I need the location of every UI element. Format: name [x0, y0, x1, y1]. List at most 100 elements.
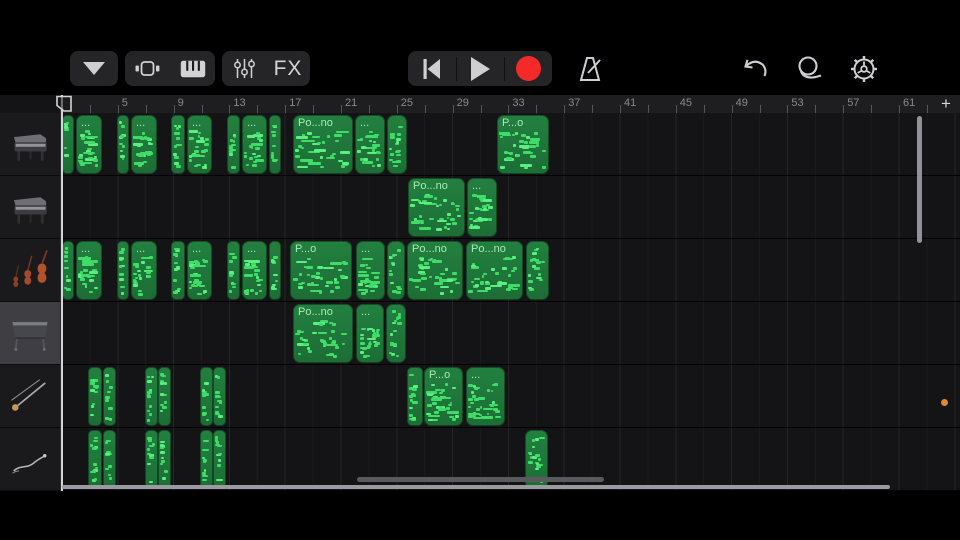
midi-region[interactable]: [200, 430, 213, 489]
metronome-button[interactable]: [568, 51, 612, 86]
note-dot: [121, 157, 125, 161]
rewind-icon: [423, 58, 440, 79]
horizontal-scrollbar-secondary[interactable]: [357, 477, 604, 482]
midi-region[interactable]: [200, 367, 213, 426]
track-header-bow[interactable]: [0, 365, 60, 428]
midi-region[interactable]: [269, 115, 281, 174]
note-dot: [300, 159, 314, 162]
note-dot: [373, 332, 376, 335]
vertical-scrollbar[interactable]: [917, 116, 922, 243]
keyboard-view-button[interactable]: [170, 51, 215, 86]
note-dot: [527, 461, 533, 464]
note-dot: [204, 138, 209, 141]
note-dot: [175, 137, 181, 140]
midi-region[interactable]: P...o: [497, 115, 549, 174]
ruler[interactable]: + 5 9 13 17 21 25 29 33 37 41 45 49 53 57 61: [60, 95, 960, 113]
note-dot: [119, 273, 125, 276]
midi-region[interactable]: Po...no: [407, 241, 463, 300]
midi-region[interactable]: [526, 241, 549, 300]
note-dot: [84, 135, 98, 139]
settings-button[interactable]: [842, 51, 886, 86]
note-dot: [195, 145, 200, 149]
midi-region[interactable]: [227, 241, 240, 300]
ruler-number: 53: [791, 97, 804, 109]
playhead-line[interactable]: [61, 95, 63, 491]
tracks-view-button[interactable]: [125, 51, 170, 86]
track-header-thin-instrument[interactable]: [0, 428, 60, 491]
midi-region[interactable]: Po...no: [293, 304, 353, 363]
note-dot: [119, 278, 125, 281]
midi-region[interactable]: [145, 367, 158, 426]
midi-region[interactable]: [227, 115, 240, 174]
midi-region[interactable]: [407, 367, 423, 426]
note-dot: [396, 249, 402, 252]
ruler-tick: [341, 105, 342, 113]
note-dot: [499, 132, 510, 135]
midi-region[interactable]: [171, 241, 185, 300]
midi-region[interactable]: [117, 115, 129, 174]
midi-region[interactable]: [387, 241, 405, 300]
add-track-button[interactable]: +: [938, 95, 954, 112]
midi-region[interactable]: [62, 115, 74, 174]
midi-region[interactable]: Po...no: [293, 115, 353, 174]
region-label: ...: [136, 243, 146, 255]
midi-region[interactable]: ...: [355, 115, 385, 174]
midi-region[interactable]: ...: [242, 115, 267, 174]
midi-region[interactable]: P...o: [424, 367, 463, 426]
midi-region[interactable]: ...: [356, 241, 385, 300]
rewind-button[interactable]: [409, 51, 456, 86]
note-dot: [121, 292, 125, 295]
midi-region[interactable]: ...: [131, 241, 157, 300]
midi-region[interactable]: [88, 367, 102, 426]
note-dot: [489, 284, 502, 288]
midi-region[interactable]: ...: [76, 115, 102, 174]
note-dot: [295, 155, 300, 158]
midi-region[interactable]: ...: [187, 241, 212, 300]
midi-region[interactable]: P...o: [290, 241, 352, 300]
ruler-number: 37: [568, 97, 581, 109]
horizontal-scrollbar[interactable]: [62, 485, 890, 489]
midi-region[interactable]: ...: [467, 178, 497, 237]
note-dot: [537, 273, 541, 276]
note-dot: [87, 147, 93, 151]
midi-region[interactable]: [386, 304, 406, 363]
midi-region[interactable]: ...: [76, 241, 102, 300]
midi-region[interactable]: Po...no: [466, 241, 523, 300]
midi-region[interactable]: [117, 241, 129, 300]
midi-region[interactable]: [103, 367, 116, 426]
midi-region[interactable]: [88, 430, 102, 489]
note-dot: [148, 412, 152, 416]
track-header-grand-piano[interactable]: [0, 113, 60, 176]
mixer-button[interactable]: [222, 51, 266, 86]
midi-region[interactable]: [269, 241, 281, 300]
track-header-clavinet[interactable]: [0, 302, 60, 365]
midi-region[interactable]: ...: [466, 367, 505, 426]
midi-region[interactable]: [145, 430, 158, 489]
loop-browser-button[interactable]: [787, 51, 831, 86]
midi-region[interactable]: ...: [187, 115, 212, 174]
midi-region[interactable]: [103, 430, 116, 489]
note-dot: [487, 218, 492, 221]
midi-region[interactable]: Po...no: [408, 178, 465, 237]
fx-button[interactable]: FX: [266, 51, 310, 86]
midi-region[interactable]: ...: [131, 115, 157, 174]
record-button[interactable]: [505, 51, 552, 86]
midi-region[interactable]: [158, 367, 171, 426]
midi-region[interactable]: ...: [356, 304, 384, 363]
region-label: ...: [81, 243, 91, 255]
playhead-handle[interactable]: [55, 95, 73, 113]
track-header-grand-piano[interactable]: [0, 176, 60, 239]
song-sections-button[interactable]: [70, 51, 118, 86]
midi-region[interactable]: [62, 241, 74, 300]
midi-region[interactable]: [171, 115, 185, 174]
midi-region[interactable]: ...: [242, 241, 267, 300]
undo-button[interactable]: [732, 51, 776, 86]
play-button[interactable]: [457, 51, 504, 86]
midi-region[interactable]: [158, 430, 171, 489]
midi-region[interactable]: [213, 430, 226, 489]
note-dot: [409, 278, 414, 281]
grand-piano-icon: [7, 123, 53, 165]
track-header-string-section[interactable]: [0, 239, 60, 302]
midi-region[interactable]: [213, 367, 226, 426]
midi-region[interactable]: [387, 115, 407, 174]
